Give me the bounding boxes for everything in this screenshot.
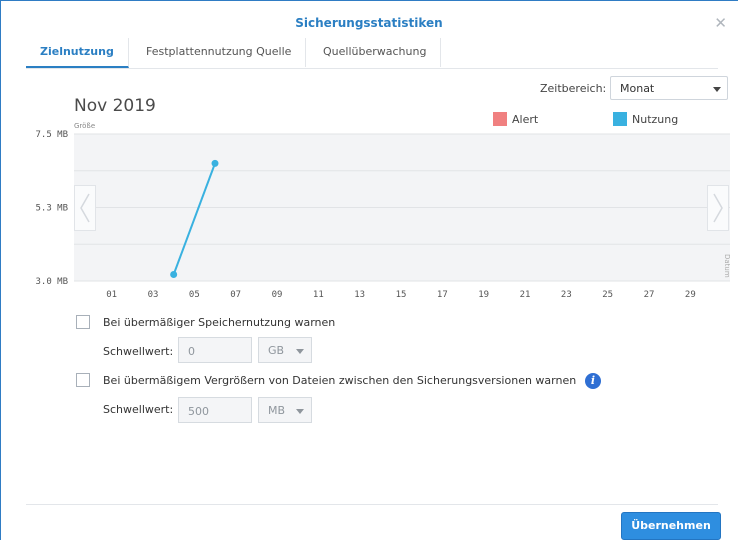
y-tick-label: 3.0 MB bbox=[35, 277, 68, 287]
x-tick-label: 21 bbox=[520, 290, 531, 300]
apply-button[interactable]: Übernehmen bbox=[621, 512, 721, 540]
chevron-right-icon bbox=[713, 193, 723, 223]
chart-prev-button[interactable] bbox=[74, 185, 96, 231]
x-tick-label: 05 bbox=[189, 290, 200, 300]
usage-chart: 7.5 MB 5.3 MB 3.0 MB 01 03 05 07 09 11 13 15 17 19 21… bbox=[35, 130, 730, 300]
x-tick-label: 27 bbox=[644, 290, 655, 300]
x-tick-label: 23 bbox=[561, 290, 572, 300]
file-growth-threshold-label: Schwellwert: bbox=[103, 403, 174, 416]
x-tick-label: 11 bbox=[313, 290, 324, 300]
file-growth-warning-label: Bei übermäßigem Vergrößern von Dateien z… bbox=[103, 374, 577, 387]
x-tick-label: 01 bbox=[106, 290, 117, 300]
y-tick-label: 5.3 MB bbox=[35, 204, 68, 214]
info-icon[interactable]: i bbox=[585, 373, 601, 389]
x-tick-label: 07 bbox=[230, 290, 241, 300]
x-tick-label: 19 bbox=[478, 290, 489, 300]
x-axis-label: Datum bbox=[723, 254, 731, 278]
x-tick-label: 17 bbox=[437, 290, 448, 300]
storage-threshold-label: Schwellwert: bbox=[103, 345, 174, 358]
x-tick-label: 29 bbox=[685, 290, 696, 300]
file-growth-warning-checkbox[interactable] bbox=[76, 373, 90, 387]
storage-unit-value: GB bbox=[268, 344, 285, 357]
x-tick-label: 25 bbox=[602, 290, 613, 300]
chart-next-button[interactable] bbox=[707, 185, 729, 231]
storage-warning-label: Bei übermäßiger Speichernutzung warnen bbox=[103, 316, 336, 329]
x-tick-label: 13 bbox=[354, 290, 365, 300]
chevron-left-icon bbox=[80, 193, 90, 223]
file-growth-unit-value: MB bbox=[268, 404, 286, 417]
x-tick-label: 03 bbox=[148, 290, 159, 300]
file-growth-unit-select[interactable]: MB bbox=[258, 397, 312, 423]
data-point bbox=[211, 159, 219, 167]
footer-divider bbox=[26, 504, 718, 505]
chevron-down-icon bbox=[296, 349, 304, 354]
chevron-down-icon bbox=[296, 409, 304, 414]
file-growth-threshold-input[interactable]: 500 bbox=[178, 397, 252, 423]
data-point bbox=[170, 270, 178, 278]
storage-warning-checkbox[interactable] bbox=[76, 315, 90, 329]
x-tick-label: 15 bbox=[396, 290, 407, 300]
storage-unit-select[interactable]: GB bbox=[258, 337, 312, 363]
storage-threshold-input[interactable]: 0 bbox=[178, 337, 252, 363]
y-tick-label: 7.5 MB bbox=[35, 130, 68, 140]
x-tick-label: 09 bbox=[272, 290, 283, 300]
